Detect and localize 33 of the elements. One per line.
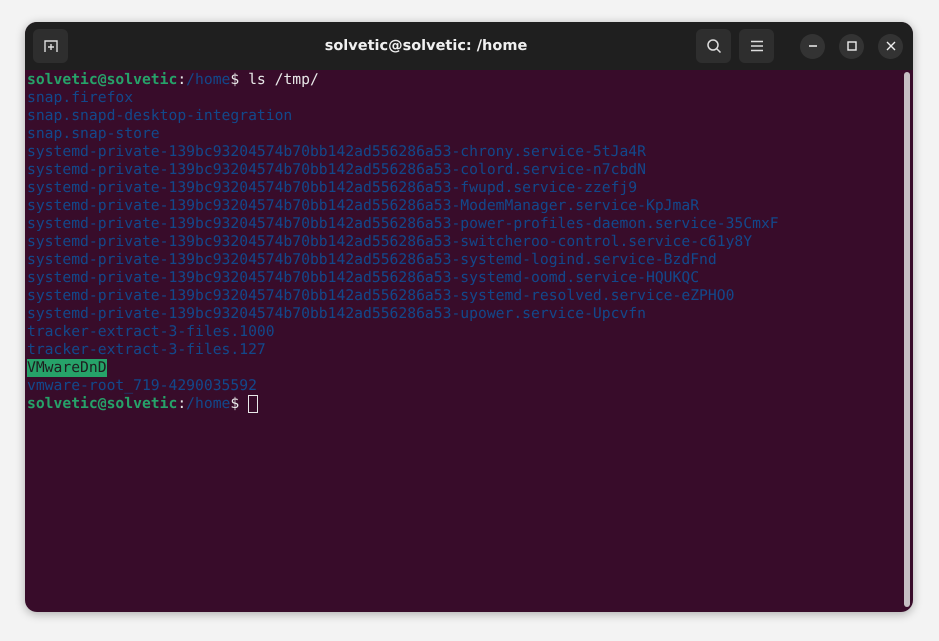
directory-name: tracker-extract-3-files.1000: [27, 323, 275, 341]
directory-name: systemd-private-139bc93204574b70bb142ad556286a53-colord.service-n7cbdN: [27, 161, 646, 179]
directory-name: snap.snapd-desktop-integration: [27, 107, 292, 125]
directory-name: VMwareDnD: [27, 359, 107, 377]
scrollbar-thumb[interactable]: [904, 72, 910, 607]
directory-name: systemd-private-139bc93204574b70bb142ad556286a53-power-profiles-daemon.service-35CmxF: [27, 215, 779, 233]
directory-name: systemd-private-139bc93204574b70bb142ad556286a53-chrony.service-5tJa4R: [27, 143, 646, 161]
directory-name: systemd-private-139bc93204574b70bb142ad556286a53-fwupd.service-zzefj9: [27, 179, 638, 197]
directory-name: systemd-private-139bc93204574b70bb142ad556286a53-upower.service-Upcvfn: [27, 305, 646, 323]
directory-name: systemd-private-139bc93204574b70bb142ad556286a53-systemd-oomd.service-HQUKQC: [27, 269, 700, 287]
directory-name: systemd-private-139bc93204574b70bb142ad556286a53-switcheroo-control.service-c61y8Y: [27, 233, 752, 251]
directory-name: systemd-private-139bc93204574b70bb142ad556286a53-ModemManager.service-KpJmaR: [27, 197, 700, 215]
search-icon: [706, 38, 722, 54]
new-tab-icon: [42, 38, 58, 54]
maximize-button[interactable]: [839, 34, 864, 58]
minimize-button[interactable]: [800, 34, 825, 58]
directory-name: snap.firefox: [27, 89, 134, 107]
directory-name: snap.snap-store: [27, 125, 160, 143]
directory-name: vmware-root_719-4290035592: [27, 377, 257, 395]
new-tab-button[interactable]: [33, 29, 68, 63]
prompt-line: solvetic@solvetic:/home$ ls /tmp/: [27, 71, 319, 89]
directory-name: systemd-private-139bc93204574b70bb142ad556286a53-systemd-resolved.service-eZPHO0: [27, 287, 734, 305]
minimize-icon: [808, 45, 818, 47]
directory-name: tracker-extract-3-files.127: [27, 341, 266, 359]
menu-button[interactable]: [739, 29, 774, 63]
directory-name: systemd-private-139bc93204574b70bb142ad556286a53-systemd-logind.service-BzdFnd: [27, 251, 717, 269]
menu-icon: [750, 40, 764, 52]
window-title: solvetic@solvetic: /home: [324, 38, 528, 54]
close-button[interactable]: [878, 34, 903, 58]
prompt-line: solvetic@solvetic:/home$: [27, 395, 240, 413]
maximize-icon: [846, 41, 856, 51]
close-icon: [886, 41, 896, 51]
search-button[interactable]: [696, 29, 731, 63]
